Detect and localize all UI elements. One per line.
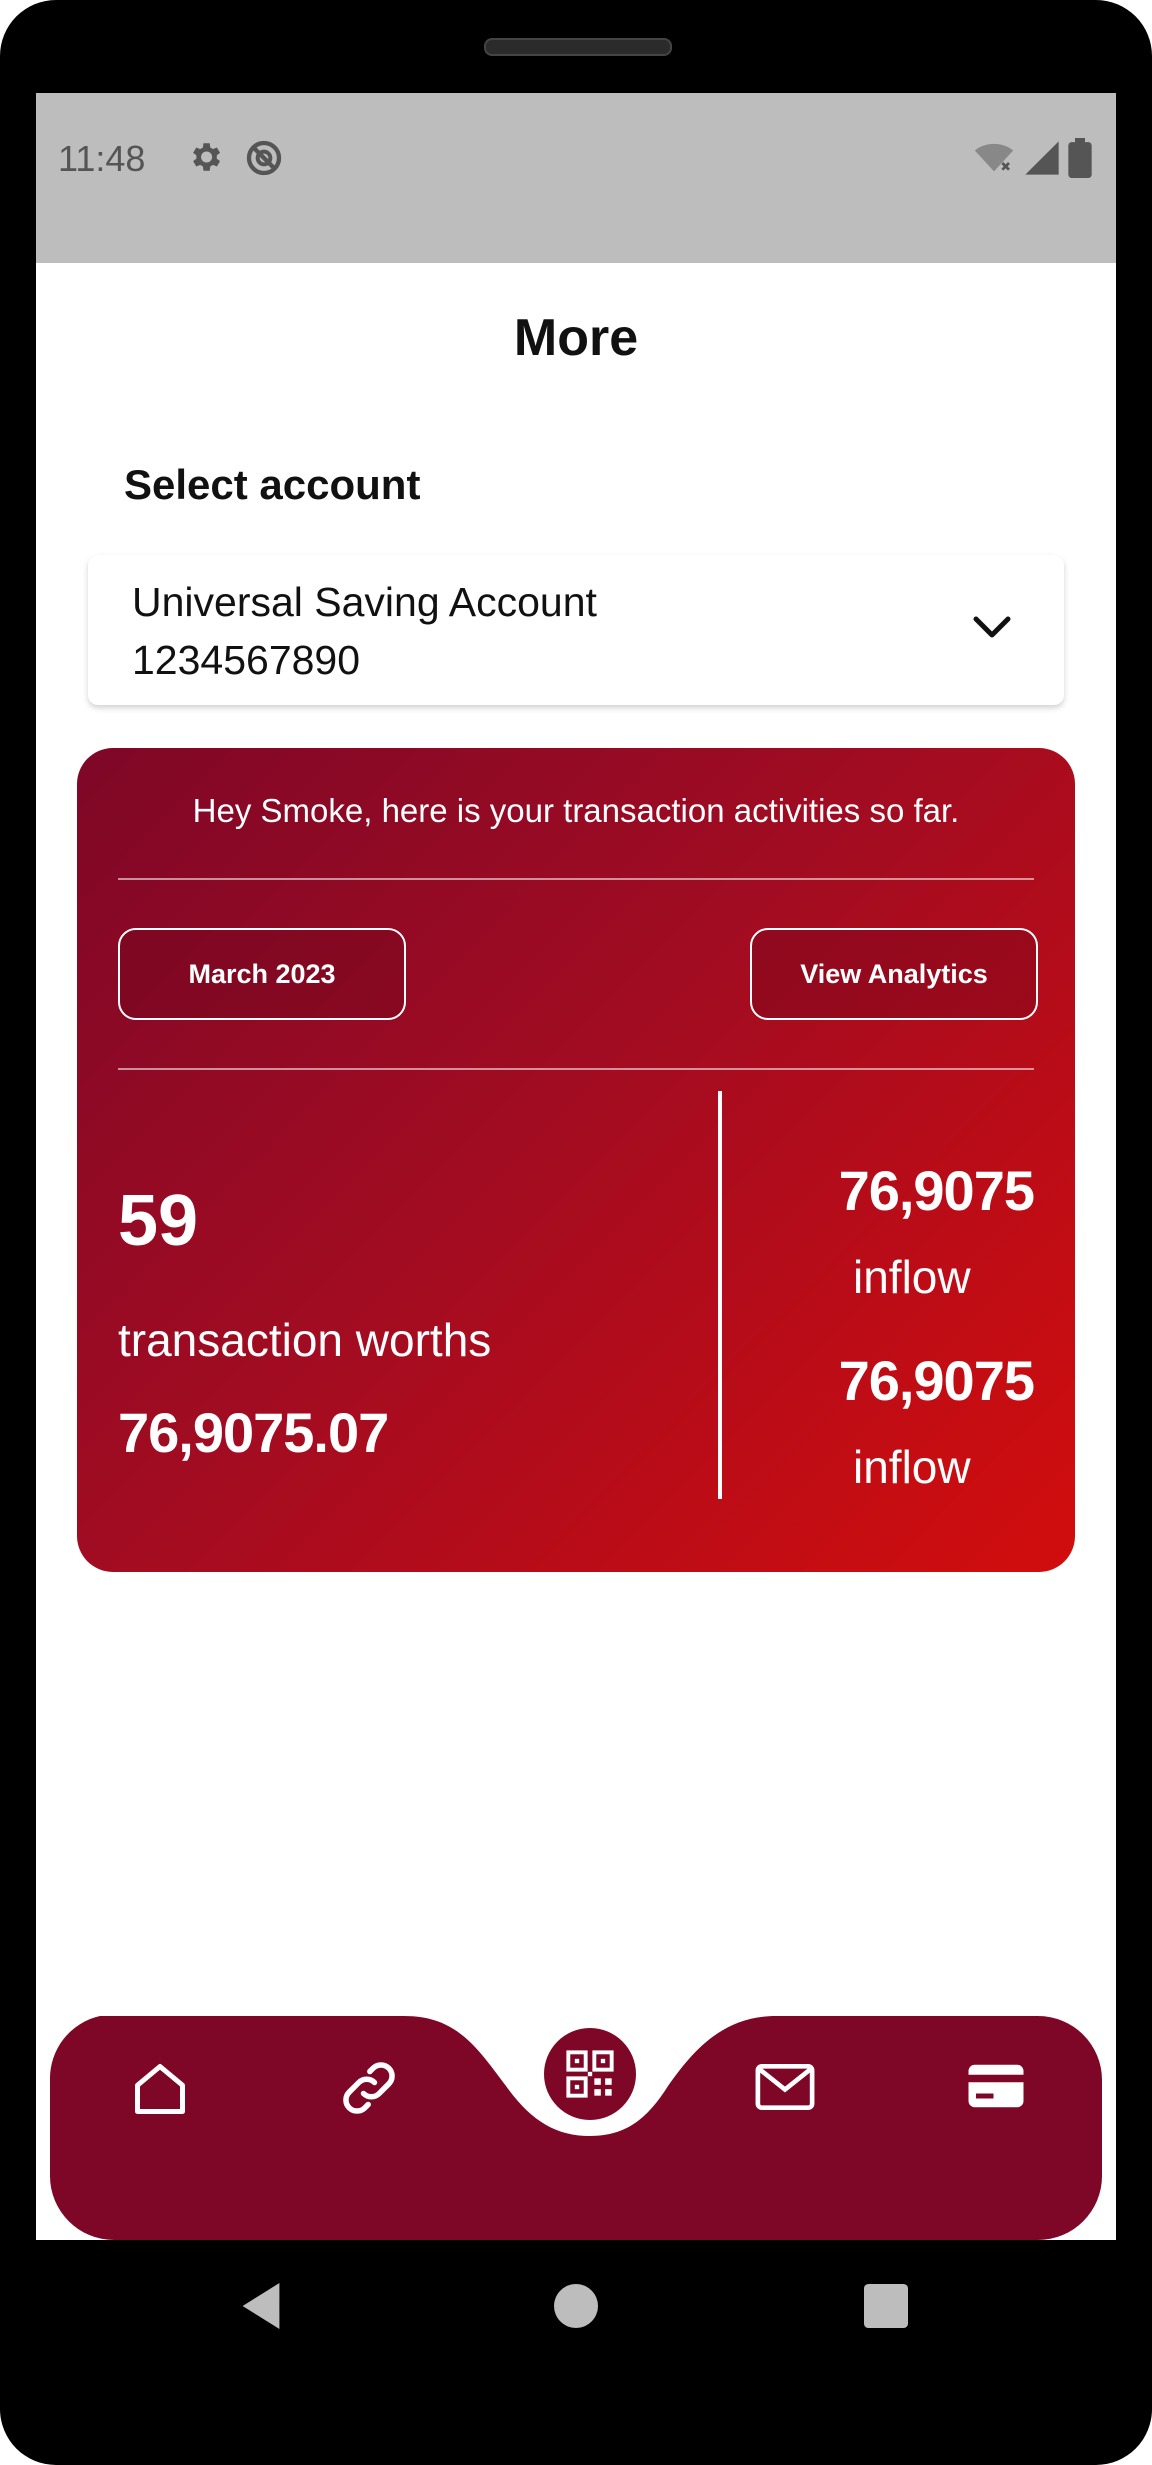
select-account-label: Select account: [124, 461, 421, 508]
qr-scan-button[interactable]: [544, 2028, 636, 2120]
speaker-grille: [484, 38, 672, 56]
transaction-count: 59: [118, 1181, 199, 1261]
device-frame: 11:48 More Select account Universal Savi…: [0, 0, 1152, 2465]
inflow-amount: 76,9075: [838, 1349, 1035, 1412]
home-circle-icon[interactable]: [554, 2284, 598, 2328]
card-divider: [118, 1068, 1034, 1070]
wifi-off-icon: [974, 143, 1014, 172]
transaction-total: 76,9075.07: [118, 1401, 389, 1464]
month-button[interactable]: March 2023: [118, 928, 406, 1020]
mail-icon[interactable]: [754, 2059, 816, 2115]
chevron-down-icon: [973, 616, 1011, 638]
status-bar: 11:48: [36, 93, 1116, 263]
card-greeting: Hey Smoke, here is your transaction acti…: [192, 792, 960, 829]
home-icon[interactable]: [130, 2059, 190, 2119]
battery-icon: [1068, 138, 1092, 178]
screen: 11:48 More Select account Universal Savi…: [36, 93, 1116, 2240]
signal-icon: [1025, 141, 1059, 175]
account-number: 1234567890: [132, 637, 361, 683]
card-vertical-divider: [718, 1091, 722, 1499]
qr-code-icon: [566, 2050, 614, 2098]
do-not-disturb-icon: [246, 140, 282, 176]
gear-icon: [193, 143, 221, 171]
transaction-label: transaction worths: [118, 1314, 492, 1366]
card-icon[interactable]: [966, 2059, 1026, 2113]
recents-icon[interactable]: [864, 2284, 908, 2328]
account-dropdown[interactable]: Universal Saving Account 1234567890: [88, 555, 1064, 705]
account-name: Universal Saving Account: [132, 579, 597, 625]
transaction-summary-card: Hey Smoke, here is your transaction acti…: [77, 748, 1075, 1572]
card-divider: [118, 878, 1034, 880]
status-time: 11:48: [58, 138, 146, 179]
view-analytics-button[interactable]: View Analytics: [750, 928, 1038, 1020]
page-title: More: [513, 309, 639, 367]
back-icon[interactable]: [238, 2280, 284, 2332]
inflow-label: inflow: [853, 1441, 971, 1493]
inflow-amount: 76,9075: [838, 1159, 1035, 1222]
inflow-label: inflow: [853, 1251, 971, 1303]
link-icon[interactable]: [336, 2055, 402, 2121]
